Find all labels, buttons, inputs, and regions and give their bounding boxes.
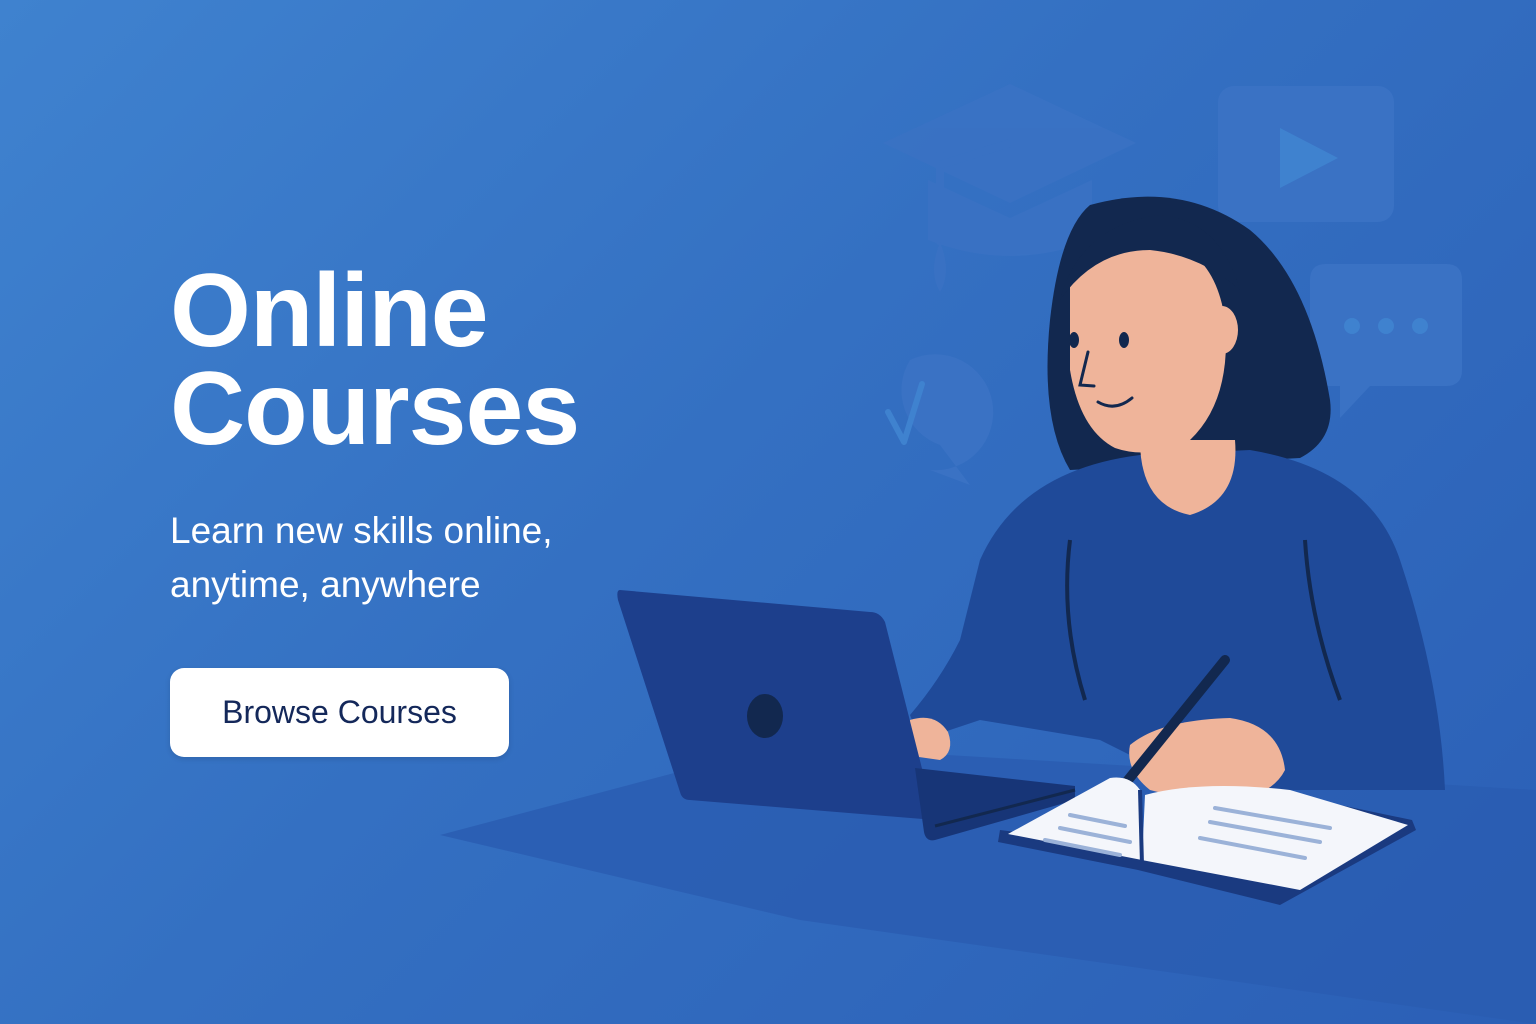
- hero-subtitle: Learn new skills online, anytime, anywhe…: [170, 504, 730, 612]
- face: [1070, 240, 1226, 453]
- hero-title: Online Courses: [170, 253, 730, 467]
- hero-subtitle-line-2: anytime, anywhere: [170, 564, 481, 605]
- hero-banner: Online Courses Learn new skills online, …: [0, 0, 1536, 1024]
- chat-bubble-icon: [1310, 264, 1462, 418]
- checkmark-bubble-icon: [885, 354, 994, 485]
- hero-subtitle-line-1: Learn new skills online,: [170, 510, 553, 551]
- play-video-icon: [1218, 86, 1394, 222]
- hero-title-line-1: Online: [170, 253, 489, 369]
- hero-title-line-2: Courses: [170, 351, 580, 467]
- hero-text-block: Online Courses Learn new skills online, …: [170, 253, 730, 612]
- browse-courses-button[interactable]: Browse Courses: [170, 668, 509, 757]
